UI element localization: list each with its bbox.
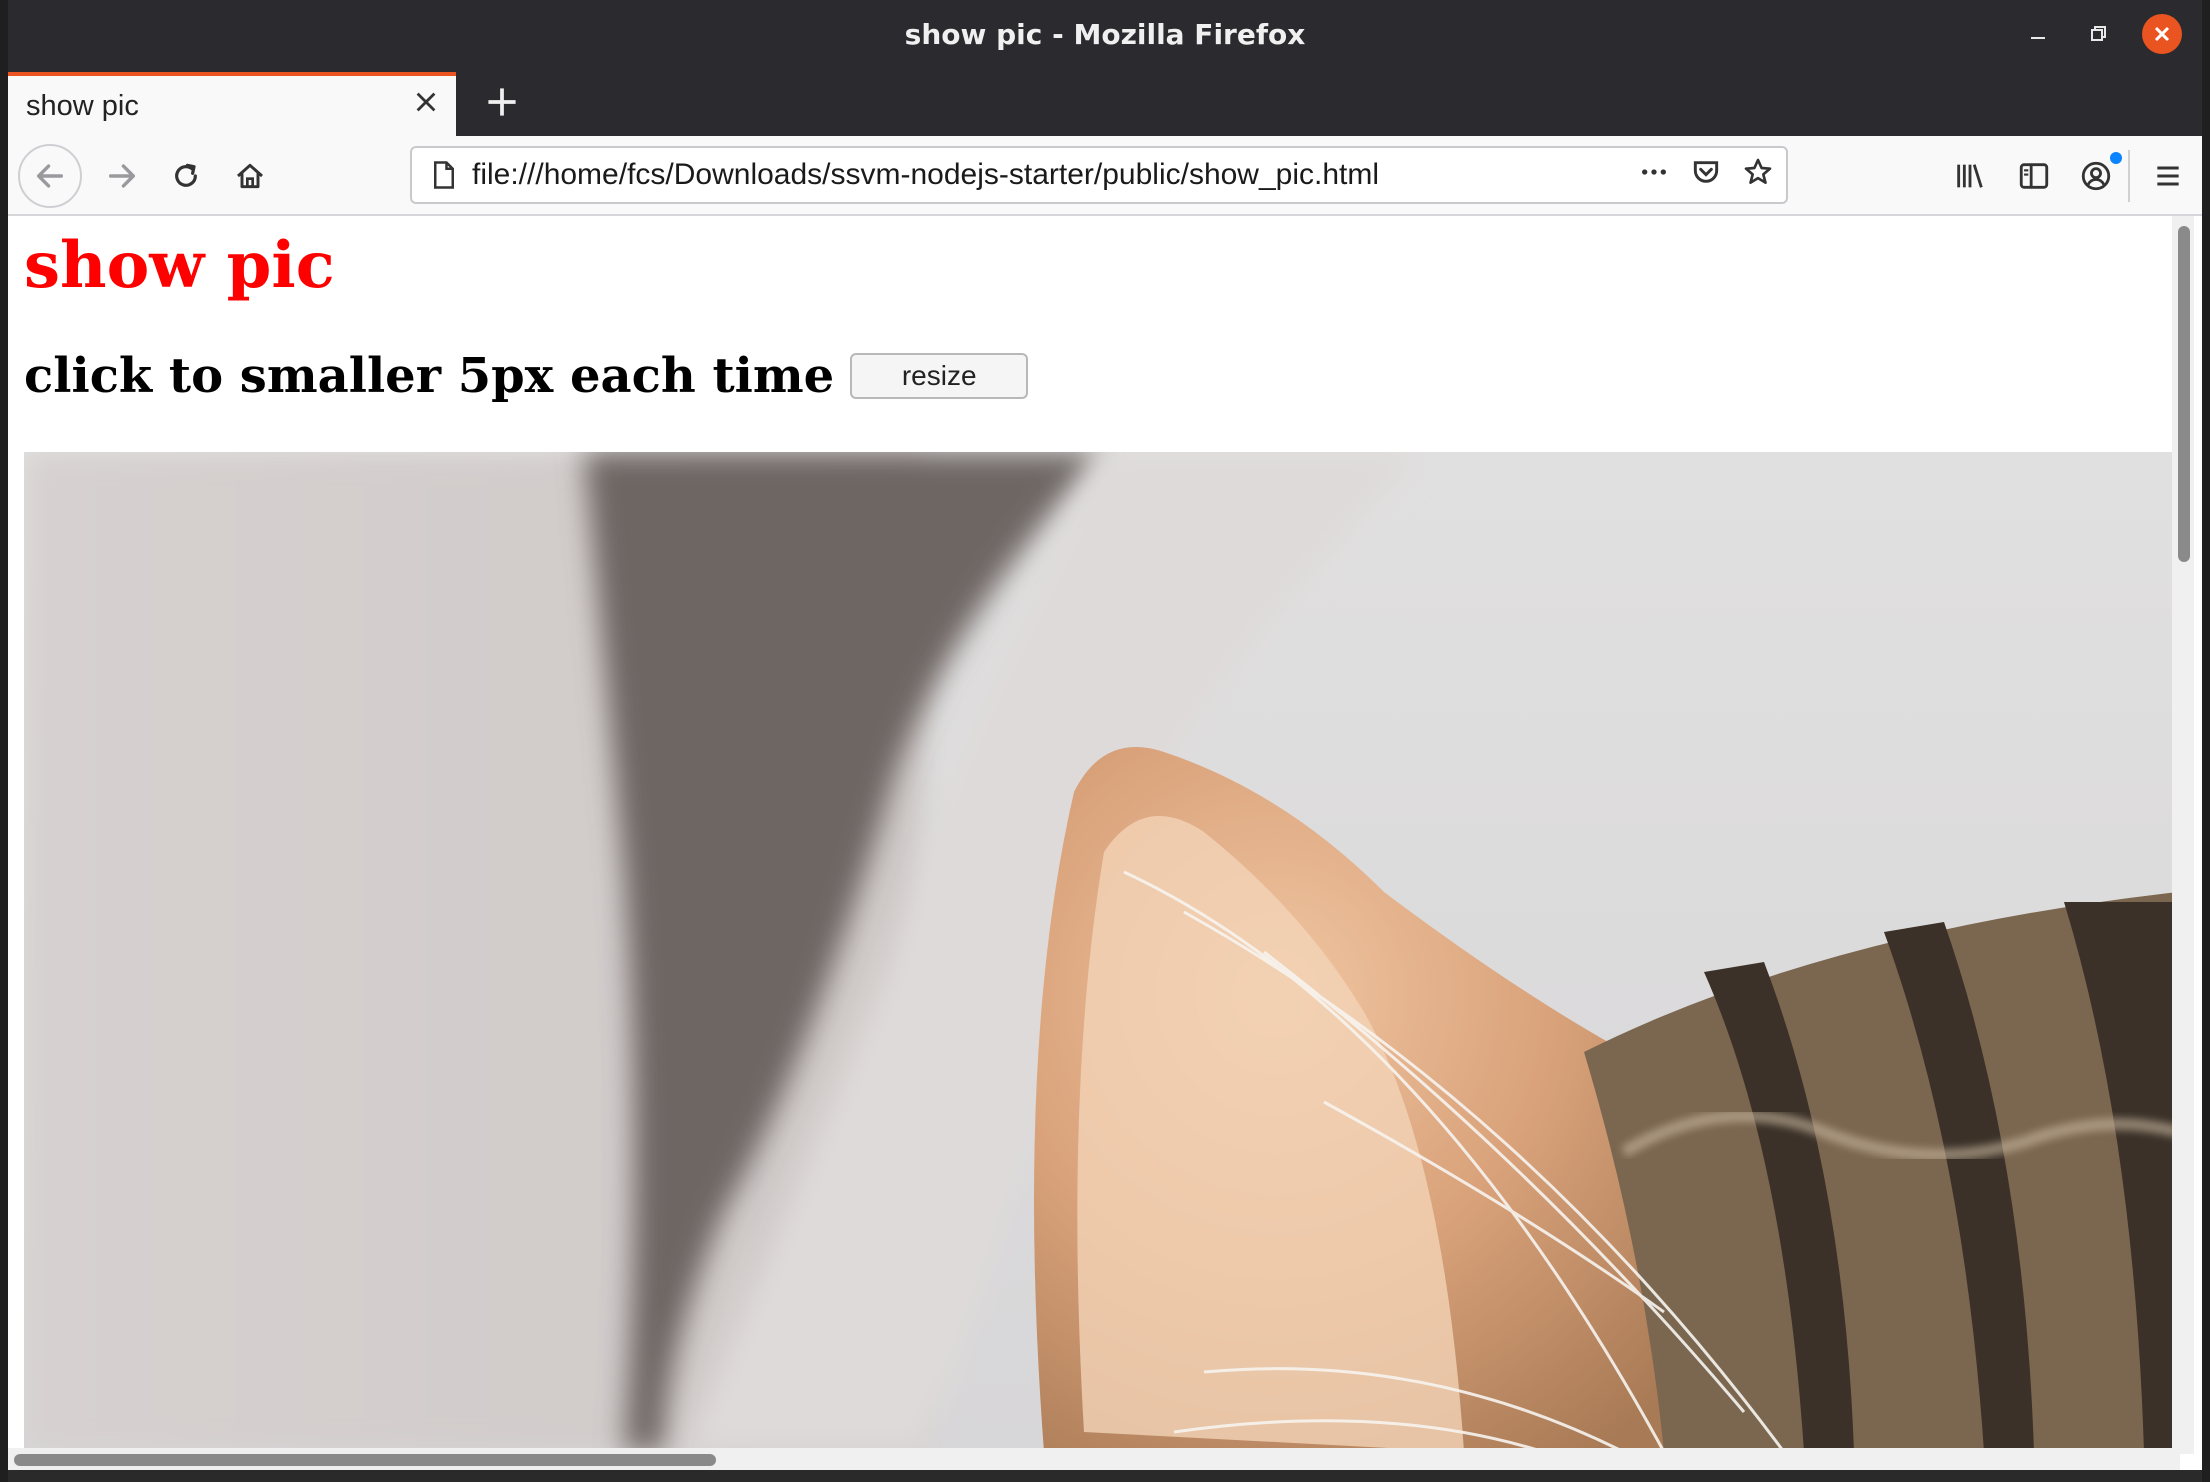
more-icon[interactable]	[1638, 156, 1670, 196]
title-bar: show pic - Mozilla Firefox	[8, 0, 2202, 68]
forward-icon	[108, 164, 136, 188]
forward-button[interactable]	[92, 146, 152, 206]
instruction-text: click to smaller 5px each time	[24, 348, 835, 404]
sidebar-icon	[2019, 163, 2049, 189]
home-icon	[237, 163, 263, 189]
restore-icon	[2091, 26, 2106, 41]
pocket-icon[interactable]	[1690, 156, 1722, 196]
page-title: show pic	[24, 228, 335, 303]
cat-photo	[24, 452, 2178, 1452]
horizontal-scroll-thumb[interactable]	[14, 1454, 716, 1466]
close-window-button[interactable]	[2142, 14, 2182, 54]
close-icon	[2154, 26, 2170, 42]
back-button[interactable]	[18, 144, 82, 208]
vertical-scrollbar[interactable]	[2172, 216, 2194, 1454]
page-content: show pic click to smaller 5px each time …	[8, 216, 2180, 1454]
bookmark-star-icon[interactable]	[1742, 156, 1774, 196]
toolbar-separator	[2128, 150, 2130, 202]
url-bar[interactable]: file:///home/fcs/Downloads/ssvm-nodejs-s…	[410, 146, 1788, 204]
tab-show-pic[interactable]: show pic	[8, 72, 456, 136]
close-tab-icon	[416, 92, 436, 112]
reload-button[interactable]	[156, 146, 216, 206]
tab-close-button[interactable]	[412, 86, 440, 124]
firefox-window: show pic - Mozilla Firefox show pic file…	[8, 0, 2202, 1482]
navigation-toolbar: file:///home/fcs/Downloads/ssvm-nodejs-s…	[8, 136, 2202, 216]
instruction-heading: click to smaller 5px each time resize	[24, 348, 1029, 404]
minimize-icon	[2031, 37, 2045, 39]
window-bottom-edge	[8, 1470, 2202, 1482]
tab-strip: show pic	[8, 68, 2202, 136]
page-icon	[426, 160, 462, 190]
menu-button[interactable]	[2140, 148, 2196, 204]
resize-button[interactable]: resize	[850, 353, 1029, 399]
account-button[interactable]	[2068, 148, 2124, 204]
plus-icon	[488, 88, 516, 116]
maximize-button[interactable]	[2076, 12, 2120, 56]
url-text[interactable]: file:///home/fcs/Downloads/ssvm-nodejs-s…	[472, 158, 1379, 192]
library-icon	[1957, 164, 1983, 188]
notification-dot	[2110, 152, 2122, 164]
vertical-scroll-thumb[interactable]	[2178, 226, 2190, 562]
tab-label: show pic	[26, 89, 139, 122]
home-button[interactable]	[220, 146, 280, 206]
sidebar-button[interactable]	[2006, 148, 2062, 204]
reload-icon	[175, 163, 197, 187]
horizontal-scrollbar[interactable]	[8, 1448, 2180, 1470]
minimize-button[interactable]	[2016, 12, 2060, 56]
account-icon	[2081, 161, 2111, 191]
back-icon	[36, 164, 64, 188]
menu-icon	[2157, 166, 2179, 186]
library-button[interactable]	[1942, 148, 1998, 204]
new-tab-button[interactable]	[474, 74, 530, 130]
window-title: show pic - Mozilla Firefox	[904, 17, 1306, 51]
